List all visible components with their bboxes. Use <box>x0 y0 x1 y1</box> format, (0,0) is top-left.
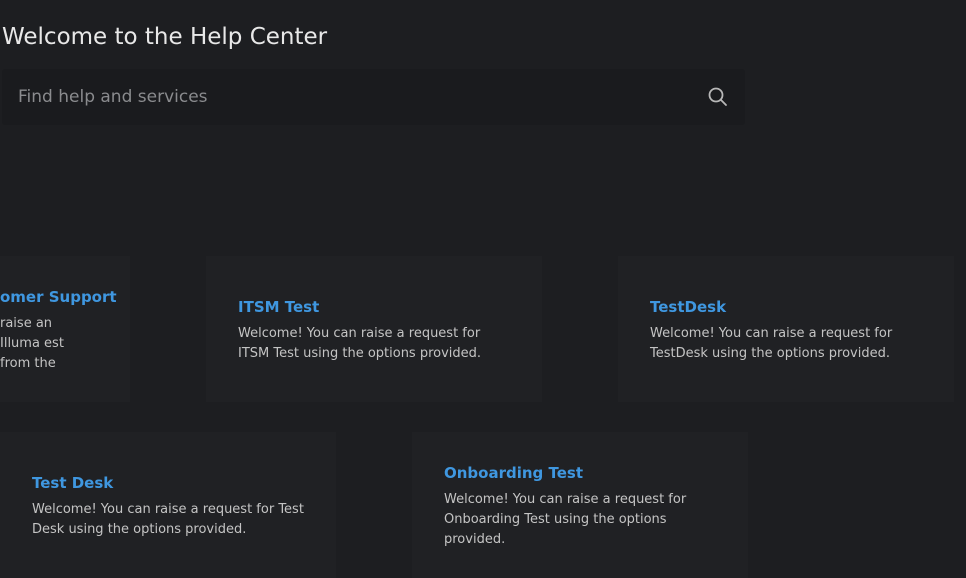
card-description: raise an Illuma est from the <box>0 316 64 371</box>
card-description: Welcome! You can raise a request for Tes… <box>32 502 304 537</box>
search-input[interactable] <box>2 69 692 125</box>
card-title[interactable]: omer Support <box>0 287 117 307</box>
card-title[interactable]: ITSM Test <box>238 297 319 317</box>
service-card-onboarding-test[interactable]: Onboarding Test Welcome! You can raise a… <box>412 432 748 578</box>
card-description: Welcome! You can raise a request for ITS… <box>238 326 482 361</box>
card-title[interactable]: Onboarding Test <box>444 463 583 483</box>
search-bar <box>2 69 745 125</box>
service-card-test-desk[interactable]: Test Desk Welcome! You can raise a reque… <box>0 432 336 578</box>
card-title[interactable]: Test Desk <box>32 473 113 493</box>
search-icon[interactable] <box>706 85 730 109</box>
help-center-page: Welcome to the Help Center omer Support … <box>0 0 966 578</box>
service-card-itsm-test[interactable]: ITSM Test Welcome! You can raise a reque… <box>206 256 542 402</box>
card-title[interactable]: TestDesk <box>650 297 726 317</box>
card-description: Welcome! You can raise a request for Onb… <box>444 492 687 547</box>
service-card-testdesk[interactable]: TestDesk Welcome! You can raise a reques… <box>618 256 954 402</box>
card-description: Welcome! You can raise a request for Tes… <box>650 326 893 361</box>
page-title: Welcome to the Help Center <box>2 24 328 50</box>
service-card-customer-support[interactable]: omer Support raise an Illuma est from th… <box>0 256 130 402</box>
